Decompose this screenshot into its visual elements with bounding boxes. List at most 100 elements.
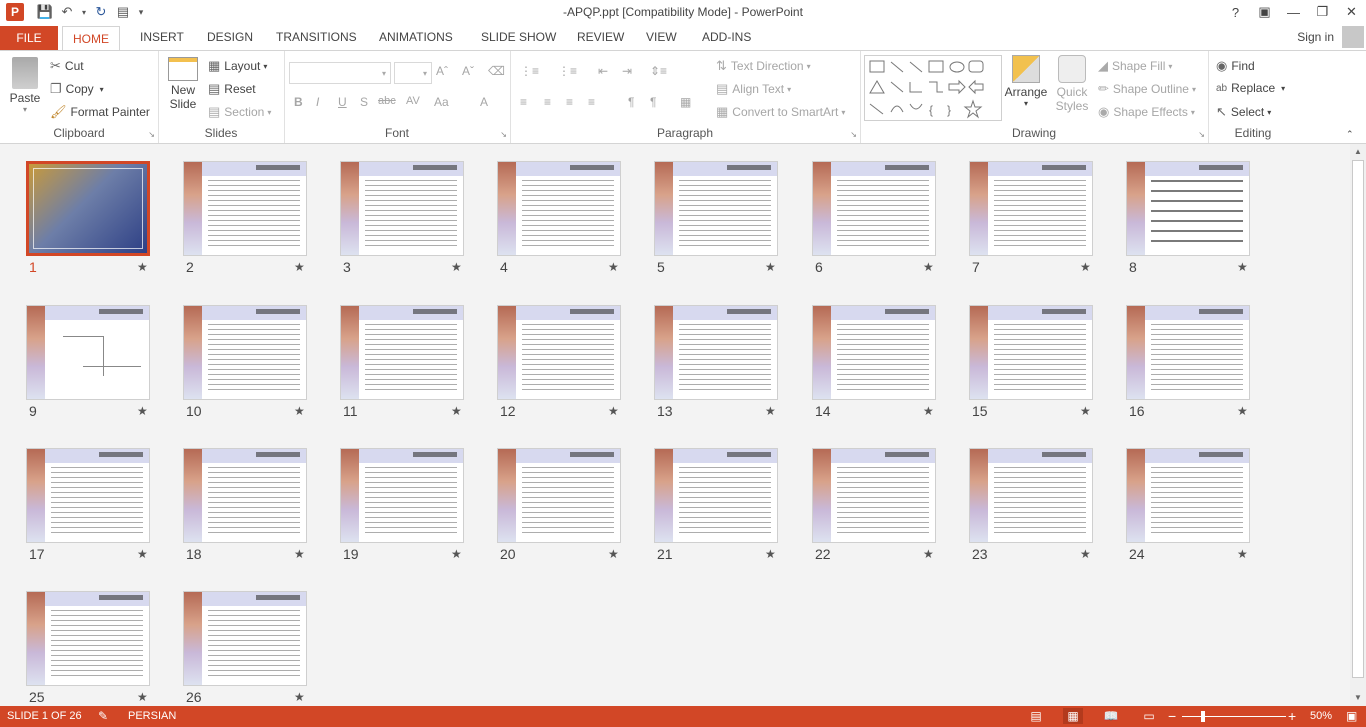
tab-insert[interactable]: INSERT [140, 26, 184, 48]
tab-design[interactable]: DESIGN [207, 26, 253, 48]
animation-star-icon[interactable]: ★ [451, 404, 462, 418]
fit-to-window-icon[interactable]: ▣ [1346, 709, 1357, 723]
slide-thumbnail-4[interactable] [497, 161, 621, 256]
undo-dropdown-icon[interactable]: ▾ [78, 2, 90, 22]
minimize-icon[interactable]: — [1279, 0, 1308, 24]
slide-thumbnail-6[interactable] [812, 161, 936, 256]
shape-outline-button[interactable]: ✏ Shape Outline ▾ [1098, 81, 1196, 97]
customize-qat-icon[interactable]: ▾ [134, 2, 148, 22]
slide-sorter-view-icon[interactable]: ▦ [1063, 708, 1083, 724]
help-button[interactable]: ? [1221, 0, 1250, 24]
animation-star-icon[interactable]: ★ [1237, 547, 1248, 561]
animation-star-icon[interactable]: ★ [294, 690, 305, 704]
underline-icon[interactable]: U [338, 95, 347, 109]
slide-thumbnail-10[interactable] [183, 305, 307, 400]
find-button[interactable]: ◉ Find [1216, 58, 1255, 74]
strikethrough-icon[interactable]: abc [378, 95, 396, 107]
zoom-level[interactable]: 50% [1310, 710, 1332, 722]
zoom-slider[interactable] [1182, 716, 1286, 717]
tab-animations[interactable]: ANIMATIONS [379, 26, 453, 48]
columns-icon[interactable]: ▦ [680, 95, 691, 109]
slide-thumbnail-9[interactable] [26, 305, 150, 400]
justify-icon[interactable]: ≡ [588, 95, 595, 109]
drawing-launcher-icon[interactable]: ↘ [1198, 130, 1205, 139]
quick-styles-button[interactable]: Quick Styles [1052, 55, 1092, 113]
slide-thumbnail-19[interactable] [340, 448, 464, 543]
slide-thumbnail-1[interactable] [26, 161, 150, 256]
close-icon[interactable]: ✕ [1337, 0, 1366, 24]
slide-thumbnail-25[interactable] [26, 591, 150, 686]
align-right-icon[interactable]: ≡ [566, 95, 573, 109]
slide-thumbnail-5[interactable] [654, 161, 778, 256]
animation-star-icon[interactable]: ★ [923, 260, 934, 274]
layout-button[interactable]: ▦ Layout ▾ [208, 58, 267, 74]
arrange-button[interactable]: Arrange ▾ [1005, 55, 1047, 108]
slide-thumbnail-18[interactable] [183, 448, 307, 543]
animation-star-icon[interactable]: ★ [294, 547, 305, 561]
slide-thumbnail-11[interactable] [340, 305, 464, 400]
align-text-button[interactable]: ▤ Align Text ▾ [716, 81, 791, 97]
font-launcher-icon[interactable]: ↘ [500, 130, 507, 139]
increase-font-icon[interactable]: Aˆ [436, 64, 448, 78]
font-name-combo[interactable]: ▾ [289, 62, 391, 84]
section-button[interactable]: ▤ Section ▾ [208, 104, 271, 120]
language-indicator[interactable]: PERSIAN [128, 710, 176, 722]
animation-star-icon[interactable]: ★ [765, 404, 776, 418]
change-case-icon[interactable]: Aa [434, 95, 449, 109]
animation-star-icon[interactable]: ★ [608, 260, 619, 274]
clear-formatting-icon[interactable]: ⌫ [488, 64, 505, 78]
decrease-indent-icon[interactable]: ⇤ [598, 64, 608, 78]
slide-thumbnail-12[interactable] [497, 305, 621, 400]
shadow-icon[interactable]: S [360, 95, 368, 109]
animation-star-icon[interactable]: ★ [1080, 404, 1091, 418]
undo-icon[interactable]: ↶ [56, 2, 78, 22]
align-left-icon[interactable]: ≡ [520, 95, 527, 109]
proofing-icon[interactable]: ✎ [98, 709, 108, 723]
animation-star-icon[interactable]: ★ [608, 547, 619, 561]
tab-home[interactable]: HOME [62, 26, 120, 51]
replace-button[interactable]: ab Replace ▾ [1216, 81, 1285, 95]
slide-thumbnail-22[interactable] [812, 448, 936, 543]
animation-star-icon[interactable]: ★ [923, 547, 934, 561]
reset-button[interactable]: ▤ Reset [208, 81, 256, 97]
slide-thumbnail-3[interactable] [340, 161, 464, 256]
vertical-scrollbar[interactable]: ▲ ▼ [1350, 144, 1366, 706]
tab-transitions[interactable]: TRANSITIONS [276, 26, 357, 48]
scroll-down-icon[interactable]: ▼ [1350, 691, 1366, 705]
ltr-icon[interactable]: ¶ [628, 95, 634, 109]
decrease-font-icon[interactable]: Aˇ [462, 64, 474, 78]
zoom-in-button[interactable]: + [1288, 708, 1296, 724]
animation-star-icon[interactable]: ★ [1237, 404, 1248, 418]
convert-smartart-button[interactable]: ▦ Convert to SmartArt ▾ [716, 104, 845, 120]
reading-view-icon[interactable]: 📖 [1101, 708, 1121, 724]
restore-icon[interactable]: ❐ [1308, 0, 1337, 24]
paste-button[interactable]: Paste ▾ [6, 57, 44, 114]
sign-in-link[interactable]: Sign in [1297, 30, 1334, 44]
slide-show-view-icon[interactable]: ▭ [1139, 708, 1159, 724]
shape-effects-button[interactable]: ◉ Shape Effects ▾ [1098, 104, 1195, 120]
animation-star-icon[interactable]: ★ [608, 404, 619, 418]
shape-fill-button[interactable]: ◢ Shape Fill ▾ [1098, 58, 1172, 74]
animation-star-icon[interactable]: ★ [765, 547, 776, 561]
animation-star-icon[interactable]: ★ [137, 260, 148, 274]
tab-file[interactable]: FILE [0, 26, 58, 50]
animation-star-icon[interactable]: ★ [294, 260, 305, 274]
slide-thumbnail-21[interactable] [654, 448, 778, 543]
clipboard-launcher-icon[interactable]: ↘ [148, 130, 155, 139]
save-icon[interactable]: 💾 [34, 2, 56, 22]
increase-indent-icon[interactable]: ⇥ [622, 64, 632, 78]
slide-thumbnail-14[interactable] [812, 305, 936, 400]
bullets-icon[interactable]: ⋮≡ [520, 64, 539, 78]
char-spacing-icon[interactable]: AV [406, 95, 420, 107]
ribbon-display-options-icon[interactable]: ▣ [1250, 0, 1279, 24]
normal-view-icon[interactable]: ▤ [1026, 708, 1046, 724]
tab-add-ins[interactable]: ADD-INS [702, 26, 751, 48]
font-color-icon[interactable]: A [480, 95, 488, 109]
paragraph-launcher-icon[interactable]: ↘ [850, 130, 857, 139]
collapse-ribbon-icon[interactable]: ⌃ [1346, 129, 1354, 140]
repeat-icon[interactable]: ↻ [90, 2, 112, 22]
format-painter-button[interactable]: 🖌 Format Painter [50, 104, 150, 120]
bold-icon[interactable]: B [294, 95, 303, 109]
copy-button[interactable]: ❐ Copy ▾ [50, 81, 104, 97]
animation-star-icon[interactable]: ★ [137, 404, 148, 418]
